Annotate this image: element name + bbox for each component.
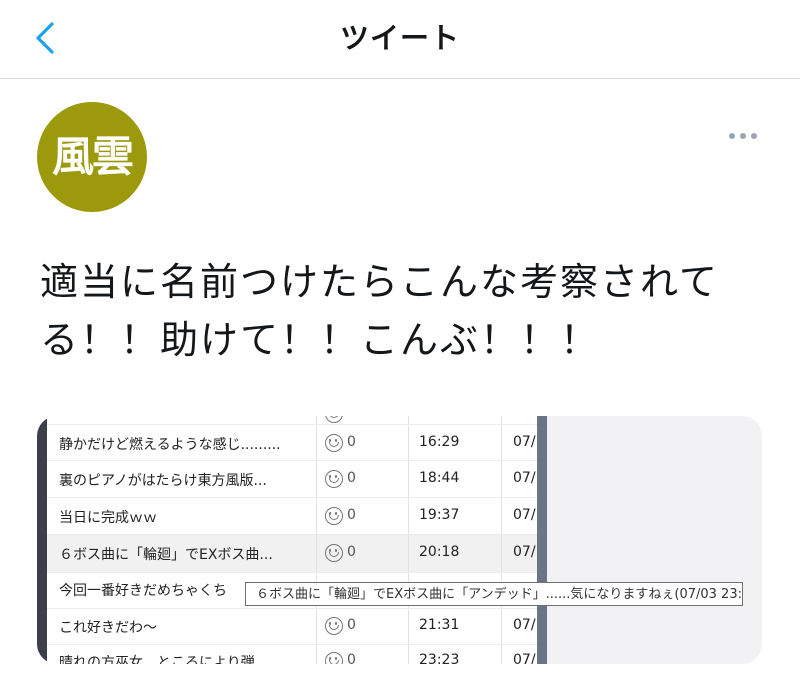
comment-time: 23:23 <box>419 652 460 664</box>
comment-time: 16:29 <box>419 434 460 450</box>
comment-date: 07/ <box>513 617 536 633</box>
screenshot-left-edge <box>37 416 47 664</box>
comment-text: これ好きだわ～ <box>59 620 157 636</box>
tweet-text: 適当に名前つけたらこんな考察されてる！！助けて！！こんぶ！！！ <box>40 260 719 362</box>
smile-icon <box>325 434 343 452</box>
comment-list-screenshot: 静かだけど燃えるような感じ......... 0 16:29 07/ 裏のピアノ… <box>37 416 547 664</box>
comment-time: 18:44 <box>419 470 460 486</box>
reaction-count: 0 <box>347 652 356 664</box>
comment-text: 今回一番好きだめちゃくち <box>59 583 227 599</box>
comment-date: 07/ <box>513 507 536 523</box>
smile-icon <box>325 652 343 664</box>
comment-date: 07/ <box>513 434 536 450</box>
avatar[interactable]: 風雲 <box>37 102 147 212</box>
column-divider <box>501 416 502 664</box>
reaction-count: 0 <box>347 434 356 450</box>
more-options-button[interactable] <box>724 124 764 148</box>
smile-icon <box>325 544 343 562</box>
reaction-count: 0 <box>347 507 356 523</box>
row-divider <box>47 608 537 609</box>
comment-text: 晴れの方巫女、ところにより弾 <box>59 655 255 664</box>
comment-date: 07/ <box>513 544 536 560</box>
column-divider <box>316 416 317 664</box>
smile-icon <box>325 507 343 525</box>
smile-icon <box>325 470 343 488</box>
row-divider <box>47 497 537 498</box>
more-dots-icon <box>729 133 757 139</box>
comment-date: 07/ <box>513 470 536 486</box>
column-divider <box>408 416 409 664</box>
page-title: ツイート <box>339 21 460 55</box>
row-divider <box>47 424 537 425</box>
row-divider <box>47 644 537 645</box>
header-bar: ツイート <box>0 0 800 79</box>
screenshot-scrollbar <box>537 416 547 664</box>
smile-icon <box>325 617 343 635</box>
comment-date: 07/ <box>513 652 536 664</box>
row-divider <box>47 460 537 461</box>
comment-text: ６ボス曲に「輪廻」でEXボス曲... <box>59 547 273 563</box>
comment-time: 19:37 <box>419 507 460 523</box>
comment-time: 20:18 <box>419 544 460 560</box>
comment-tooltip: ６ボス曲に「輪廻」でEXボス曲に「アンデッド」......気になりますねぇ(07… <box>245 582 743 606</box>
tweet-media-image[interactable]: 静かだけど燃えるような感じ......... 0 16:29 07/ 裏のピアノ… <box>37 416 762 664</box>
comment-text: 静かだけど燃えるような感じ......... <box>59 437 281 453</box>
reaction-count: 0 <box>347 617 356 633</box>
smile-icon <box>325 416 343 423</box>
comment-text: 裏のピアノがはたらけ東方風版... <box>59 473 267 489</box>
row-divider <box>47 572 537 573</box>
reaction-count: 0 <box>347 470 356 486</box>
reaction-count: 0 <box>347 544 356 560</box>
comment-text: 当日に完成ｗｗ <box>59 510 157 526</box>
comment-time: 21:31 <box>419 617 460 633</box>
row-divider <box>47 534 537 535</box>
